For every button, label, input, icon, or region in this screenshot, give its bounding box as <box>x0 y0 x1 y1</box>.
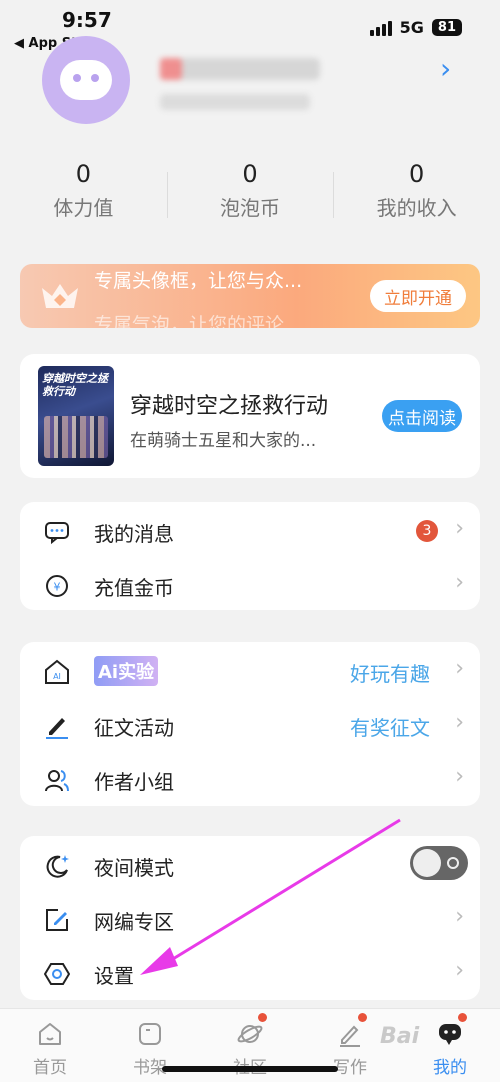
tab-home[interactable]: 首页 <box>0 1009 100 1082</box>
pen-icon <box>46 718 68 739</box>
home-icon <box>39 1023 61 1045</box>
menu-item-night-mode: 夜间模式 <box>20 838 480 892</box>
status-indicators: 5G 81 <box>369 18 462 37</box>
menu-item-recharge[interactable]: ¥ 充值金币 › <box>20 558 480 612</box>
book-cover[interactable]: 穿越时空之拯救行动 <box>38 366 114 466</box>
ai-icon: AI <box>45 659 69 684</box>
avatar[interactable] <box>42 36 130 124</box>
menu-group-3: 夜间模式 网编专区 › 设置 › <box>20 836 480 1000</box>
book-cover-title: 穿越时空之拯救行动 <box>42 372 108 398</box>
menu-item-label: 设置 <box>94 964 134 988</box>
stat-value: 0 <box>242 160 258 188</box>
chevron-right-icon: › <box>455 710 464 735</box>
moon-icon <box>46 855 69 878</box>
ai-lab-label: Ai实验 <box>94 656 159 686</box>
notification-dot <box>458 1013 467 1022</box>
stat-stamina[interactable]: 0 体力值 <box>0 160 167 221</box>
night-mode-toggle[interactable] <box>410 846 468 880</box>
read-now-button[interactable]: 点击阅读 <box>382 400 462 432</box>
menu-group-2: AI Ai实验 好玩有趣 › 征文活动 有奖征文 › 作者小组 › <box>20 642 480 806</box>
ai-lab-tagline: 好玩有趣 <box>350 662 430 686</box>
chevron-right-icon[interactable]: › <box>440 52 451 85</box>
crown-icon <box>42 284 78 308</box>
message-icon <box>45 522 69 545</box>
stat-income[interactable]: 0 我的收入 <box>333 160 500 221</box>
vip-banner-text-secondary: 专属气泡，让您的评论... <box>94 314 303 328</box>
notification-dot <box>358 1013 367 1022</box>
book-subtitle: 在萌骑士五星和大家的... <box>130 431 317 451</box>
username-blurred <box>160 58 320 80</box>
vip-banner[interactable]: 专属头像框，让您与众... 专属气泡，让您的评论... 立即开通 <box>20 264 480 328</box>
menu-group-1: 我的消息 3 › ¥ 充值金币 › <box>20 502 480 610</box>
svg-text:AI: AI <box>53 672 61 681</box>
people-icon <box>45 770 69 792</box>
settings-hexagon-icon <box>44 963 70 985</box>
stat-value: 0 <box>75 160 91 188</box>
menu-item-ai-lab[interactable]: AI Ai实验 好玩有趣 › <box>20 644 480 698</box>
menu-item-writing-contest[interactable]: 征文活动 有奖征文 › <box>20 698 480 752</box>
watermark: Bai <box>380 1024 420 1049</box>
chevron-right-icon: › <box>455 958 464 983</box>
open-vip-button[interactable]: 立即开通 <box>370 280 466 312</box>
menu-item-label: 我的消息 <box>94 522 174 546</box>
vip-banner-text: 专属头像框，让您与众... <box>94 270 303 292</box>
edit-box-icon <box>46 909 68 931</box>
chat-face-icon <box>439 1024 461 1045</box>
stat-label: 我的收入 <box>376 196 457 220</box>
home-indicator <box>162 1066 338 1072</box>
chevron-right-icon: › <box>455 656 464 681</box>
menu-item-author-group[interactable]: 作者小组 › <box>20 752 480 806</box>
avatar-face-icon <box>60 60 112 100</box>
unread-badge: 3 <box>416 520 438 542</box>
planet-icon <box>237 1025 263 1043</box>
signal-icon <box>369 20 392 36</box>
book-cover-art <box>44 416 108 458</box>
network-type: 5G <box>399 18 424 37</box>
stat-value: 0 <box>409 160 425 188</box>
book-title: 穿越时空之拯救行动 <box>130 394 329 419</box>
stat-label: 泡泡币 <box>220 196 280 220</box>
chevron-right-icon: › <box>455 516 464 541</box>
coin-icon: ¥ <box>46 575 68 597</box>
battery-icon: 81 <box>431 19 462 36</box>
stat-bubble-coins[interactable]: 0 泡泡币 <box>166 160 334 221</box>
menu-item-label: 网编专区 <box>94 910 174 934</box>
menu-item-settings[interactable]: 设置 › <box>20 946 480 1000</box>
menu-item-web-editor[interactable]: 网编专区 › <box>20 892 480 946</box>
stats-row: 0 体力值 0 泡泡币 0 我的收入 <box>0 160 500 221</box>
svg-text:¥: ¥ <box>54 581 61 594</box>
notification-dot <box>258 1013 267 1022</box>
chevron-right-icon: › <box>455 764 464 789</box>
user-id-blurred <box>160 94 310 110</box>
menu-item-label: 作者小组 <box>94 770 174 794</box>
chevron-right-icon: › <box>455 904 464 929</box>
menu-item-label: 征文活动 <box>94 716 174 740</box>
recommended-book-card[interactable]: 穿越时空之拯救行动 穿越时空之拯救行动 在萌骑士五星和大家的... 点击阅读 <box>20 354 480 478</box>
bookshelf-icon <box>139 1023 161 1045</box>
stat-label: 体力值 <box>53 196 114 220</box>
toggle-knob <box>413 849 441 877</box>
menu-item-label: 夜间模式 <box>94 856 174 880</box>
menu-item-label: 充值金币 <box>94 576 174 600</box>
contest-tagline: 有奖征文 <box>350 716 430 740</box>
menu-item-messages[interactable]: 我的消息 3 › <box>20 504 480 558</box>
tab-label: 我的 <box>433 1058 467 1078</box>
pen-icon <box>340 1025 360 1047</box>
chevron-right-icon: › <box>455 570 464 595</box>
toggle-off-indicator <box>447 857 459 869</box>
status-time: 9:57 <box>62 8 112 32</box>
tab-label: 首页 <box>33 1058 67 1078</box>
